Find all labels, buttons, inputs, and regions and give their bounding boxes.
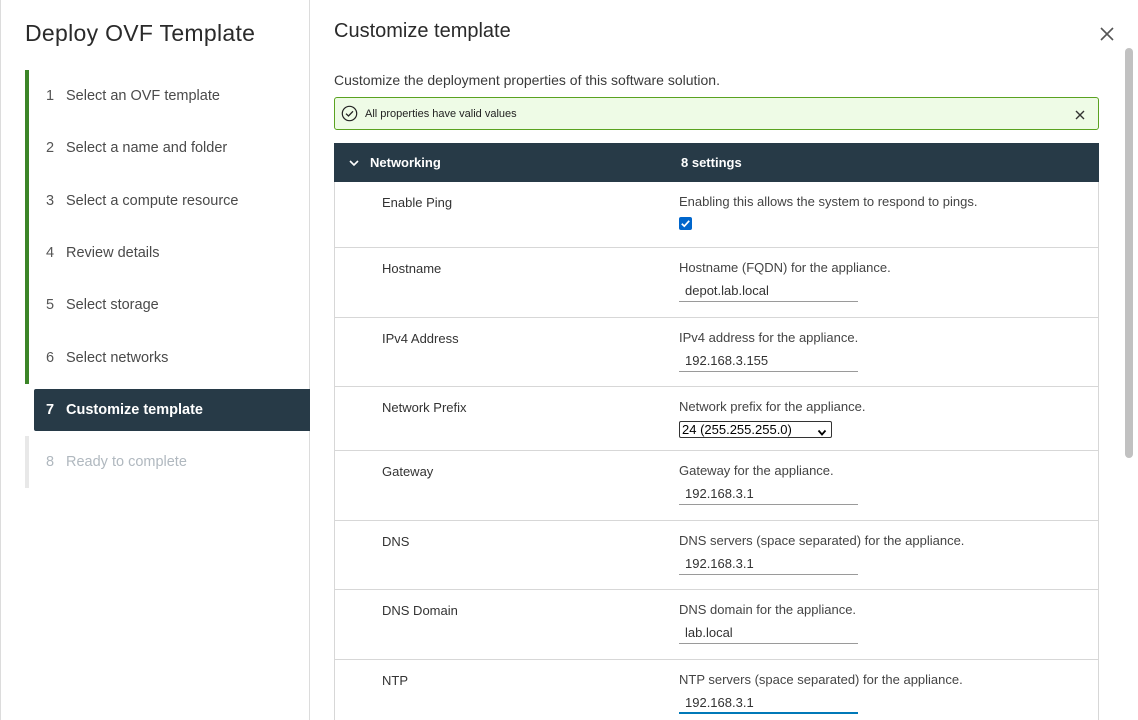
dns-domain-input[interactable]: [679, 622, 858, 644]
chevron-down-icon: [817, 425, 827, 436]
property-label: Hostname: [382, 261, 442, 276]
step-number: 1: [46, 88, 55, 105]
networking-group-header[interactable]: Networking 8 settings: [334, 143, 1099, 182]
step-select-ovf-template[interactable]: 1 Select an OVF template: [25, 70, 310, 123]
close-icon[interactable]: [1097, 24, 1117, 44]
step-select-name-folder[interactable]: 2 Select a name and folder: [25, 122, 310, 175]
checkbox-checked-icon: [681, 220, 690, 228]
step-number: 6: [46, 349, 55, 366]
step-label: Select a name and folder: [66, 140, 228, 157]
check-circle-icon: [341, 105, 358, 122]
step-list: 1 Select an OVF template 2 Select a name…: [25, 70, 310, 489]
step-number: 8: [46, 453, 55, 470]
step-number: 2: [46, 140, 55, 157]
property-label: DNS Domain: [382, 603, 458, 618]
step-review-details[interactable]: 4 Review details: [25, 226, 310, 280]
alert-message: All properties have valid values: [365, 107, 517, 120]
select-value: 24 (255.255.255.0): [682, 422, 792, 437]
step-customize-template[interactable]: 7 Customize template: [34, 388, 310, 431]
property-row-gateway: Gateway Gateway for the appliance.: [335, 451, 1098, 521]
network-prefix-select[interactable]: 24 (255.255.255.0): [679, 421, 832, 438]
step-ready-to-complete: 8 Ready to complete: [25, 435, 310, 489]
property-label: NTP: [382, 673, 408, 688]
hostname-input[interactable]: [679, 280, 858, 302]
page-title: Customize template: [334, 20, 511, 42]
property-row-dns-domain: DNS Domain DNS domain for the appliance.: [335, 590, 1098, 660]
step-number: 7: [46, 401, 55, 418]
group-name: Networking: [370, 155, 441, 170]
step-select-storage[interactable]: 5 Select storage: [25, 279, 310, 332]
property-row-enable-ping: Enable Ping Enabling this allows the sys…: [335, 182, 1098, 248]
step-number: 5: [46, 297, 55, 314]
step-label: Review details: [66, 245, 160, 262]
step-label: Select networks: [66, 349, 169, 366]
content-scrollbar[interactable]: [1123, 48, 1135, 720]
property-description: DNS domain for the appliance.: [679, 602, 857, 617]
step-label: Select an OVF template: [66, 88, 220, 105]
property-row-ntp: NTP NTP servers (space separated) for th…: [335, 660, 1098, 720]
close-icon[interactable]: [1074, 108, 1086, 120]
property-label: Enable Ping: [382, 195, 453, 210]
step-label: Customize template: [66, 401, 203, 418]
property-row-network-prefix: Network Prefix Network prefix for the ap…: [335, 387, 1098, 451]
gateway-input[interactable]: [679, 483, 858, 505]
chevron-down-icon[interactable]: [348, 157, 360, 169]
property-label: DNS: [382, 534, 410, 549]
property-description: Gateway for the appliance.: [679, 463, 834, 478]
validation-alert: All properties have valid values: [334, 97, 1099, 130]
property-row-ipv4-address: IPv4 Address IPv4 address for the applia…: [335, 318, 1098, 387]
ipv4-address-input[interactable]: [679, 350, 858, 372]
deploy-ovf-wizard: Deploy OVF Template 1 Select an OVF temp…: [0, 0, 1138, 720]
ntp-input[interactable]: [679, 692, 858, 714]
step-number: 3: [46, 192, 55, 209]
dns-input[interactable]: [679, 553, 858, 575]
property-description: DNS servers (space separated) for the ap…: [679, 533, 965, 548]
step-select-networks[interactable]: 6 Select networks: [25, 331, 310, 384]
property-row-hostname: Hostname Hostname (FQDN) for the applian…: [335, 248, 1098, 318]
property-description: IPv4 address for the appliance.: [679, 330, 859, 345]
property-description: Network prefix for the appliance.: [679, 399, 866, 414]
step-label: Select storage: [66, 297, 159, 314]
step-label: Ready to complete: [66, 453, 187, 470]
property-row-dns: DNS DNS servers (space separated) for th…: [335, 521, 1098, 590]
step-label: Select a compute resource: [66, 192, 239, 209]
page-subtitle: Customize the deployment properties of t…: [334, 72, 720, 88]
step-number: 4: [46, 245, 55, 262]
enable-ping-checkbox[interactable]: [679, 217, 692, 230]
networking-properties: Enable Ping Enabling this allows the sys…: [334, 182, 1099, 720]
property-label: Network Prefix: [382, 400, 467, 415]
step-select-compute-resource[interactable]: 3 Select a compute resource: [25, 174, 310, 227]
property-description: Hostname (FQDN) for the appliance.: [679, 260, 891, 275]
scrollbar-thumb[interactable]: [1125, 48, 1133, 458]
property-label: IPv4 Address: [382, 331, 459, 346]
property-label: Gateway: [382, 464, 434, 479]
wizard-step-nav: Deploy OVF Template 1 Select an OVF temp…: [1, 0, 310, 720]
property-description: Enabling this allows the system to respo…: [679, 194, 978, 209]
property-description: NTP servers (space separated) for the ap…: [679, 672, 963, 687]
main-panel: Customize template Customize the deploym…: [311, 0, 1138, 720]
group-settings-count: 8 settings: [681, 155, 742, 170]
wizard-title: Deploy OVF Template: [25, 20, 256, 46]
